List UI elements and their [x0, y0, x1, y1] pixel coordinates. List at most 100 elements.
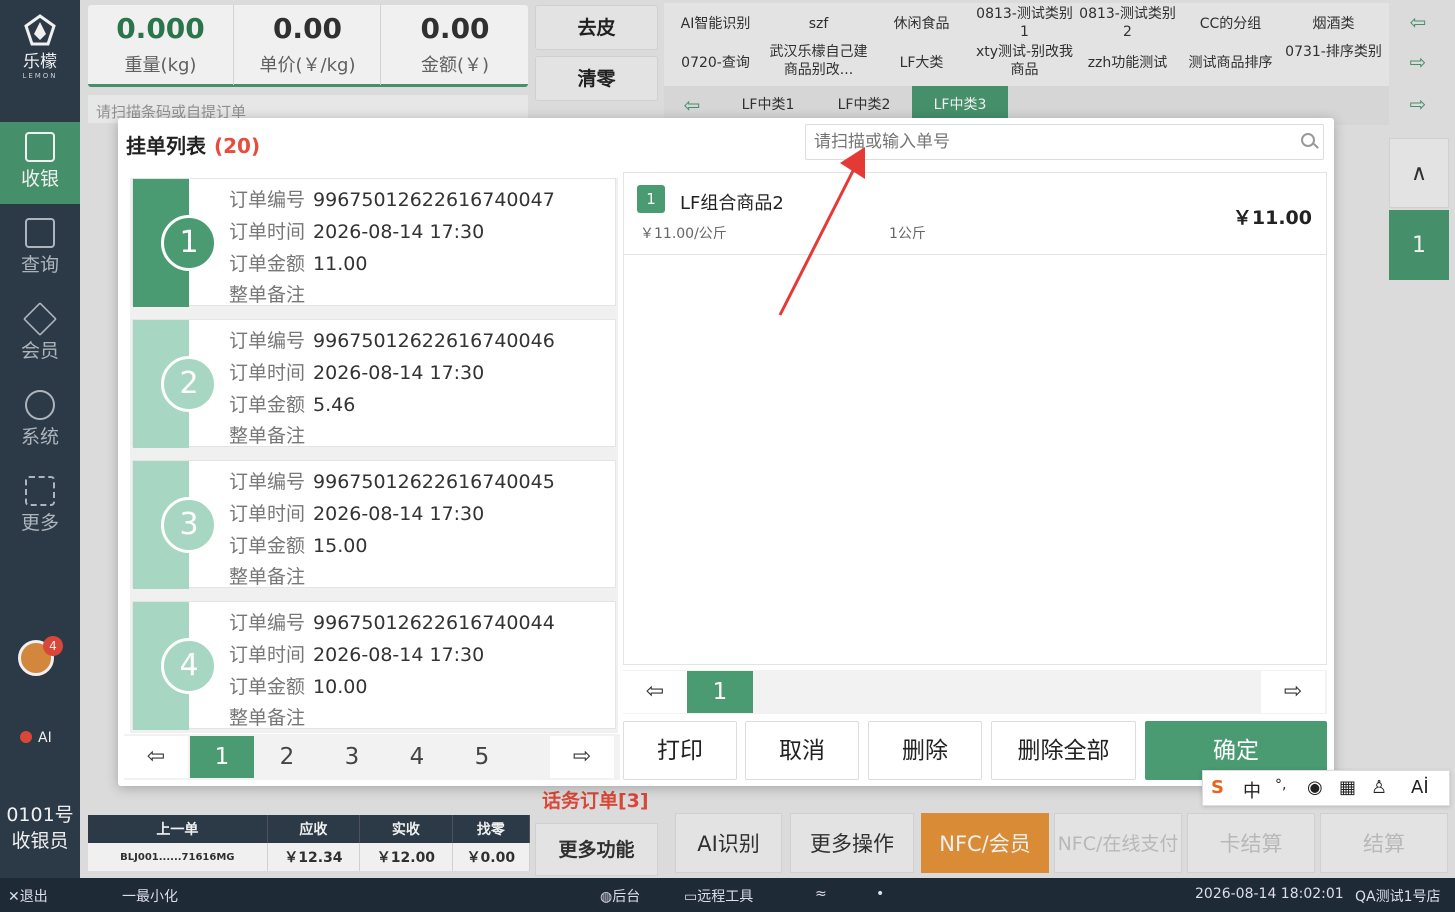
order-time: 订单时间 2026-08-14 17:30	[229, 358, 484, 385]
remote-tools-button[interactable]: ▭远程工具	[684, 886, 753, 906]
order-time: 订单时间 2026-08-14 17:30	[229, 640, 484, 667]
order-amount-label: 订单金额	[229, 253, 306, 275]
keyboard-icon[interactable]: ▦	[1339, 777, 1356, 798]
status-dot-icon: •	[876, 886, 885, 902]
globe-icon: ◍	[600, 889, 613, 905]
print-button[interactable]: 打印	[623, 721, 737, 780]
page-button[interactable]: 5	[450, 736, 514, 778]
held-orders-dialog: 挂单列表 (20) 1 订单编号 99675012622616740047 订单时间…	[118, 118, 1334, 786]
order-amount: 订单金额 10.00	[229, 672, 367, 699]
arrow-right-icon[interactable]: ⇨	[550, 736, 614, 778]
order-remark-label: 整单备注	[229, 284, 306, 306]
held-order-card[interactable]: 2 订单编号 99675012622616740046 订单时间 2026-08-1…	[132, 319, 616, 448]
ime-ai[interactable]: Aİ	[1411, 777, 1429, 798]
order-time-label: 订单时间	[229, 362, 306, 384]
minimize-button[interactable]: 一最小化	[122, 886, 178, 906]
detail-pager: ⇦ 1 ⇨	[623, 670, 1327, 714]
page-button[interactable]: 1	[190, 736, 254, 778]
order-time-value: 2026-08-14 17:30	[313, 644, 485, 666]
ime-language[interactable]: 中	[1243, 777, 1261, 803]
item-index: 1	[637, 185, 665, 213]
sogou-logo-icon[interactable]: S	[1211, 777, 1224, 798]
arrow-left-icon[interactable]: ⇦	[623, 671, 687, 713]
order-no: 订单编号 99675012622616740046	[229, 326, 555, 353]
order-index: 3	[161, 497, 217, 553]
wifi-icon: ≈	[815, 886, 827, 902]
order-amount-label: 订单金额	[229, 676, 306, 698]
item-total: ￥11.00	[1232, 207, 1312, 229]
ime-toolbar: S 中 °, ◉ ▦ ♙ Aİ	[1202, 770, 1450, 806]
order-remark: 整单备注	[229, 562, 313, 589]
order-no-value: 99675012622616740046	[313, 330, 555, 352]
order-time-label: 订单时间	[229, 644, 306, 666]
dialog-title: 挂单列表 (20)	[126, 130, 260, 159]
page-button[interactable]: 2	[255, 736, 319, 778]
order-remark: 整单备注	[229, 280, 313, 307]
order-index: 1	[161, 215, 217, 271]
order-no: 订单编号 99675012622616740045	[229, 467, 555, 494]
order-remark-label: 整单备注	[229, 707, 306, 729]
order-amount-value: 10.00	[313, 676, 368, 698]
order-amount-value: 5.46	[313, 394, 356, 416]
order-amount: 订单金额 11.00	[229, 249, 367, 276]
held-order-card[interactable]: 3 订单编号 99675012622616740045 订单时间 2026-08-1…	[132, 460, 616, 589]
exit-label: 退出	[19, 889, 48, 905]
microphone-icon[interactable]: ◉	[1307, 777, 1323, 798]
remote-label: 远程工具	[697, 889, 754, 905]
close-icon: ✕	[8, 889, 20, 905]
order-time-label: 订单时间	[229, 221, 306, 243]
order-time: 订单时间 2026-08-14 17:30	[229, 217, 484, 244]
order-no-label: 订单编号	[229, 471, 306, 493]
order-remark-label: 整单备注	[229, 425, 306, 447]
datetime: 2026-08-14 18:02:01	[1195, 886, 1344, 902]
order-index: 2	[161, 356, 217, 412]
monitor-icon: ▭	[684, 889, 698, 905]
backend-label: 后台	[612, 889, 641, 905]
page-button[interactable]: 4	[385, 736, 449, 778]
held-order-card[interactable]: 1 订单编号 99675012622616740047 订单时间 2026-08-1…	[132, 178, 616, 307]
order-amount-value: 15.00	[313, 535, 368, 557]
order-no-label: 订单编号	[229, 330, 306, 352]
search-icon[interactable]	[1301, 133, 1315, 147]
order-list-pager: ⇦ 1 2 3 4 5 ⇨	[124, 734, 620, 780]
order-amount-value: 11.00	[313, 253, 368, 275]
order-amount: 订单金额 15.00	[229, 531, 367, 558]
page-button[interactable]: 1	[687, 671, 753, 713]
backend-button[interactable]: ◍后台	[600, 886, 640, 906]
order-no-label: 订单编号	[229, 612, 306, 634]
order-item-row[interactable]: 1 LF组合商品2 ￥11.00/公斤 1公斤 ￥11.00	[624, 173, 1326, 255]
dialog-title-text: 挂单列表	[126, 134, 206, 158]
held-order-count: (20)	[214, 134, 261, 158]
arrow-right-icon[interactable]: ⇨	[1261, 671, 1325, 713]
order-search-input[interactable]	[805, 124, 1324, 160]
order-detail-panel: 1 LF组合商品2 ￥11.00/公斤 1公斤 ￥11.00	[623, 172, 1327, 665]
item-unit-price: ￥11.00/公斤	[640, 226, 727, 242]
store-name: QA测试1号店	[1355, 889, 1441, 905]
cancel-button[interactable]: 取消	[745, 721, 859, 780]
order-no-value: 99675012622616740044	[313, 612, 555, 634]
delete-button[interactable]: 删除	[868, 721, 982, 780]
order-remark-label: 整单备注	[229, 566, 306, 588]
item-name: LF组合商品2	[680, 193, 784, 214]
held-order-card[interactable]: 4 订单编号 99675012622616740044 订单时间 2026-08-1…	[132, 601, 616, 730]
arrow-left-icon[interactable]: ⇦	[124, 736, 188, 778]
order-time-value: 2026-08-14 17:30	[313, 503, 485, 525]
order-no-value: 99675012622616740045	[313, 471, 555, 493]
order-index: 4	[161, 638, 217, 694]
delete-all-button[interactable]: 删除全部	[991, 721, 1136, 780]
order-no-value: 99675012622616740047	[313, 189, 555, 211]
order-no: 订单编号 99675012622616740047	[229, 185, 555, 212]
order-time: 订单时间 2026-08-14 17:30	[229, 499, 484, 526]
exit-button[interactable]: ✕退出	[8, 886, 48, 906]
shirt-icon[interactable]: ♙	[1371, 777, 1387, 798]
order-amount: 订单金额 5.46	[229, 390, 355, 417]
status-bar: ✕退出 一最小化 ◍后台 ▭远程工具 ≈ • 2026-08-14 18:02:…	[0, 878, 1455, 912]
order-amount-label: 订单金额	[229, 394, 306, 416]
order-time-label: 订单时间	[229, 503, 306, 525]
order-no-label: 订单编号	[229, 189, 306, 211]
item-quantity: 1公斤	[889, 226, 926, 242]
order-amount-label: 订单金额	[229, 535, 306, 557]
page-button[interactable]: 3	[320, 736, 384, 778]
ime-punctuation[interactable]: °,	[1275, 777, 1286, 793]
order-time-value: 2026-08-14 17:30	[313, 362, 485, 384]
